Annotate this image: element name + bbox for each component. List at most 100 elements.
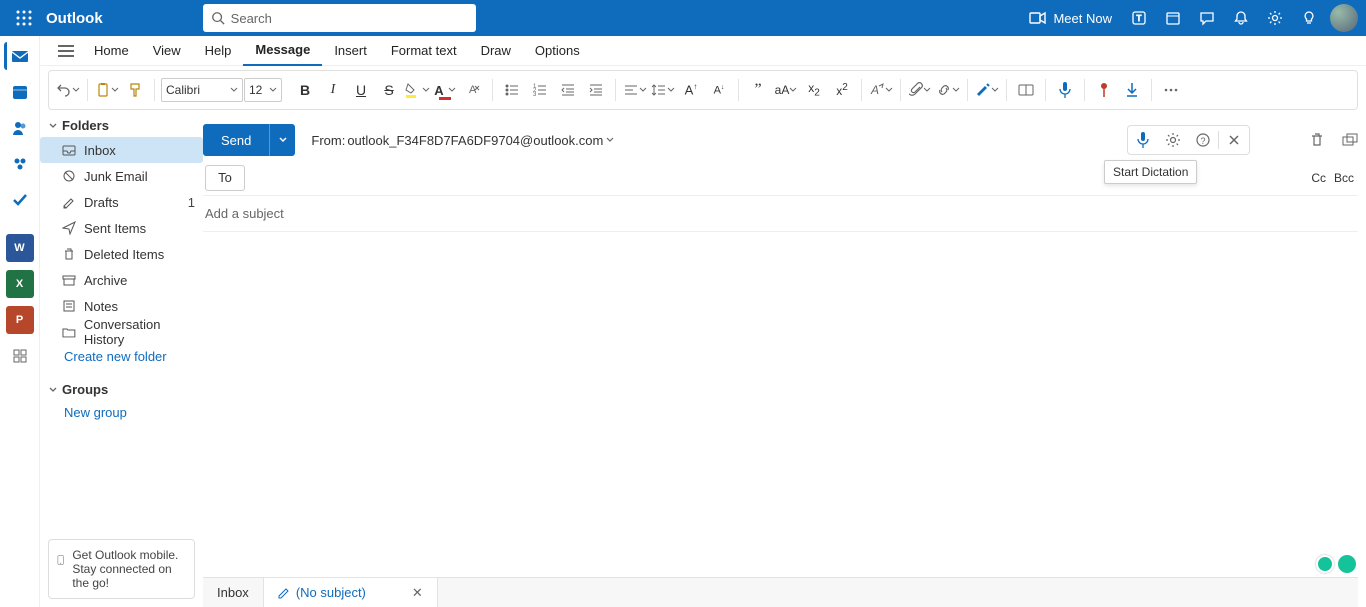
calendar-top-button[interactable] — [1156, 0, 1190, 36]
bullets-button[interactable] — [499, 76, 525, 104]
rail-people[interactable] — [6, 114, 34, 142]
rail-excel[interactable]: X — [6, 270, 34, 298]
attach-button[interactable] — [907, 76, 933, 104]
notifications-button[interactable] — [1224, 0, 1258, 36]
rail-powerpoint[interactable]: P — [6, 306, 34, 334]
save-download-button[interactable] — [1119, 76, 1145, 104]
grammarly-badge-icon[interactable] — [1316, 555, 1334, 573]
tab-message[interactable]: Message — [243, 36, 322, 66]
cc-button[interactable]: Cc — [1311, 171, 1326, 185]
font-color-button[interactable]: A — [432, 76, 458, 104]
settings-button[interactable] — [1258, 0, 1292, 36]
rail-word[interactable]: W — [6, 234, 34, 262]
ribbon-tabs: Home View Help Message Insert Format tex… — [40, 36, 1366, 66]
app-launcher-button[interactable] — [8, 2, 40, 34]
paste-button[interactable] — [94, 76, 120, 104]
dictate-button[interactable] — [1052, 76, 1078, 104]
sensitivity-button[interactable] — [1091, 76, 1117, 104]
link-button[interactable] — [935, 76, 961, 104]
bottom-tab-label: Inbox — [217, 585, 249, 600]
popout-button[interactable] — [1342, 133, 1358, 147]
ribbon-toolbar: Calibri 12 B I U S A A 123 A↑ A↓ — [48, 70, 1358, 110]
to-button[interactable]: To — [205, 165, 245, 191]
bcc-button[interactable]: Bcc — [1334, 171, 1354, 185]
italic-button[interactable]: I — [320, 76, 346, 104]
styles-button[interactable]: A — [868, 76, 894, 104]
numbering-button[interactable]: 123 — [527, 76, 553, 104]
superscript-button[interactable]: x2 — [829, 76, 855, 104]
rail-todo[interactable] — [6, 186, 34, 214]
font-name-select[interactable]: Calibri — [161, 78, 243, 102]
dictation-mic-button[interactable] — [1128, 125, 1158, 155]
rail-groups[interactable] — [6, 150, 34, 178]
tab-view[interactable]: View — [141, 36, 193, 66]
folder-conversation-history[interactable]: Conversation History — [40, 319, 203, 345]
folder-deleted[interactable]: Deleted Items — [40, 241, 203, 267]
more-options-button[interactable] — [1158, 76, 1184, 104]
undo-button[interactable] — [55, 76, 81, 104]
immersive-reader-button[interactable] — [1013, 76, 1039, 104]
chevron-down-icon[interactable] — [605, 135, 615, 145]
subject-input[interactable] — [203, 205, 1358, 222]
grammarly-icon[interactable] — [1338, 555, 1356, 573]
tips-button[interactable] — [1292, 0, 1326, 36]
meet-now-button[interactable]: Meet Now — [1019, 11, 1122, 26]
send-options-button[interactable] — [269, 124, 295, 156]
tab-format-text[interactable]: Format text — [379, 36, 469, 66]
bottom-tab-compose[interactable]: (No subject) ✕ — [264, 578, 438, 607]
mobile-promo[interactable]: Get Outlook mobile. Stay connected on th… — [48, 539, 195, 599]
subscript-button[interactable]: x2 — [801, 76, 827, 104]
rail-mail[interactable] — [4, 42, 32, 70]
tab-home[interactable]: Home — [82, 36, 141, 66]
clear-formatting-button[interactable]: A — [460, 76, 486, 104]
decrease-font-button[interactable]: A↓ — [706, 76, 732, 104]
dictation-settings-button[interactable] — [1158, 125, 1188, 155]
folder-archive[interactable]: Archive — [40, 267, 203, 293]
folder-notes[interactable]: Notes — [40, 293, 203, 319]
bottom-tab-close-button[interactable]: ✕ — [412, 585, 423, 601]
folder-junk[interactable]: Junk Email — [40, 163, 203, 189]
increase-indent-button[interactable] — [583, 76, 609, 104]
highlight-button[interactable] — [404, 76, 430, 104]
change-case-button[interactable]: aA — [773, 76, 799, 104]
compose-body[interactable] — [203, 232, 1358, 577]
decrease-indent-button[interactable] — [555, 76, 581, 104]
from-address[interactable]: outlook_F34F8D7FA6DF9704@outlook.com — [347, 133, 603, 148]
brand-label[interactable]: Outlook — [46, 10, 103, 27]
underline-button[interactable]: U — [348, 76, 374, 104]
bottom-tab-inbox[interactable]: Inbox — [203, 578, 264, 607]
chevron-down-icon — [952, 86, 960, 94]
chat-button[interactable] — [1190, 0, 1224, 36]
search-input[interactable]: Search — [203, 4, 476, 32]
account-avatar[interactable] — [1330, 4, 1358, 32]
send-button[interactable]: Send — [203, 124, 269, 156]
tab-options[interactable]: Options — [523, 36, 592, 66]
strikethrough-button[interactable]: S — [376, 76, 402, 104]
discard-button[interactable] — [1310, 132, 1324, 148]
rail-more-apps[interactable] — [6, 342, 34, 370]
nav-toggle-button[interactable] — [50, 44, 82, 58]
increase-font-button[interactable]: A↑ — [678, 76, 704, 104]
rail-calendar[interactable] — [6, 78, 34, 106]
align-button[interactable] — [622, 76, 648, 104]
folder-inbox[interactable]: Inbox — [40, 137, 203, 163]
tab-help[interactable]: Help — [193, 36, 244, 66]
bold-button[interactable]: B — [292, 76, 318, 104]
teams-button[interactable]: T — [1122, 0, 1156, 36]
dictation-help-button[interactable]: ? — [1188, 125, 1218, 155]
folder-sent[interactable]: Sent Items — [40, 215, 203, 241]
signature-button[interactable] — [974, 76, 1000, 104]
quote-button[interactable]: ” — [745, 76, 771, 104]
dictation-tooltip: Start Dictation — [1104, 160, 1197, 184]
line-spacing-button[interactable] — [650, 76, 676, 104]
groups-header[interactable]: Groups — [40, 378, 203, 401]
create-folder-link[interactable]: Create new folder — [40, 345, 203, 368]
format-painter-button[interactable] — [122, 76, 148, 104]
tab-draw[interactable]: Draw — [469, 36, 523, 66]
new-group-link[interactable]: New group — [40, 401, 203, 424]
folders-header[interactable]: Folders — [40, 114, 203, 137]
tab-insert[interactable]: Insert — [322, 36, 379, 66]
folder-drafts[interactable]: Drafts 1 — [40, 189, 203, 215]
font-size-select[interactable]: 12 — [244, 78, 282, 102]
dictation-close-button[interactable] — [1219, 125, 1249, 155]
